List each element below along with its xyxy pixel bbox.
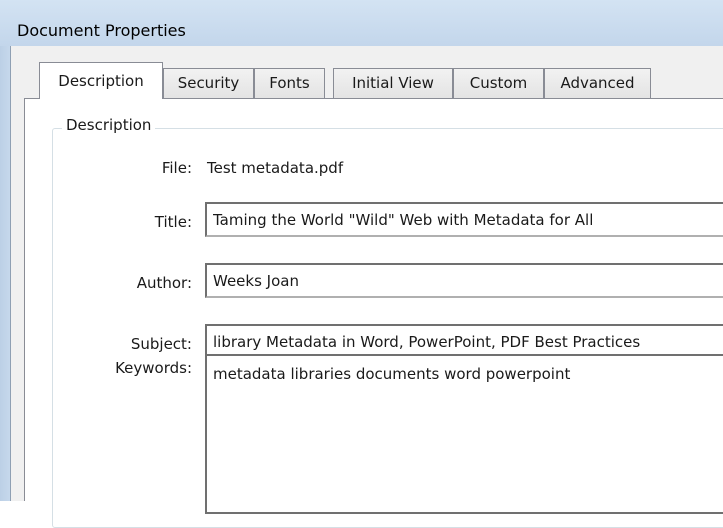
window-title: Document Properties	[17, 21, 186, 40]
tab-advanced[interactable]: Advanced	[544, 68, 651, 99]
keywords-label: Keywords:	[115, 359, 192, 377]
tab-initial-view[interactable]: Initial View	[333, 68, 453, 99]
tab-fonts[interactable]: Fonts	[254, 68, 325, 99]
author-label: Author:	[136, 274, 192, 292]
tab-description[interactable]: Description	[39, 62, 163, 99]
title-label: Title:	[154, 213, 192, 231]
window-frame-left	[0, 46, 10, 501]
file-label: File:	[161, 159, 192, 177]
keywords-field[interactable]: metadata libraries documents word powerp…	[205, 354, 723, 514]
window-titlebar[interactable]: Document Properties	[0, 0, 723, 46]
file-value: Test metadata.pdf	[207, 159, 344, 177]
subject-label: Subject:	[130, 335, 192, 353]
title-field[interactable]	[205, 202, 723, 237]
tab-security[interactable]: Security	[163, 68, 254, 99]
tab-custom[interactable]: Custom	[453, 68, 544, 99]
author-field[interactable]	[205, 263, 723, 298]
description-group-legend: Description	[62, 116, 156, 134]
